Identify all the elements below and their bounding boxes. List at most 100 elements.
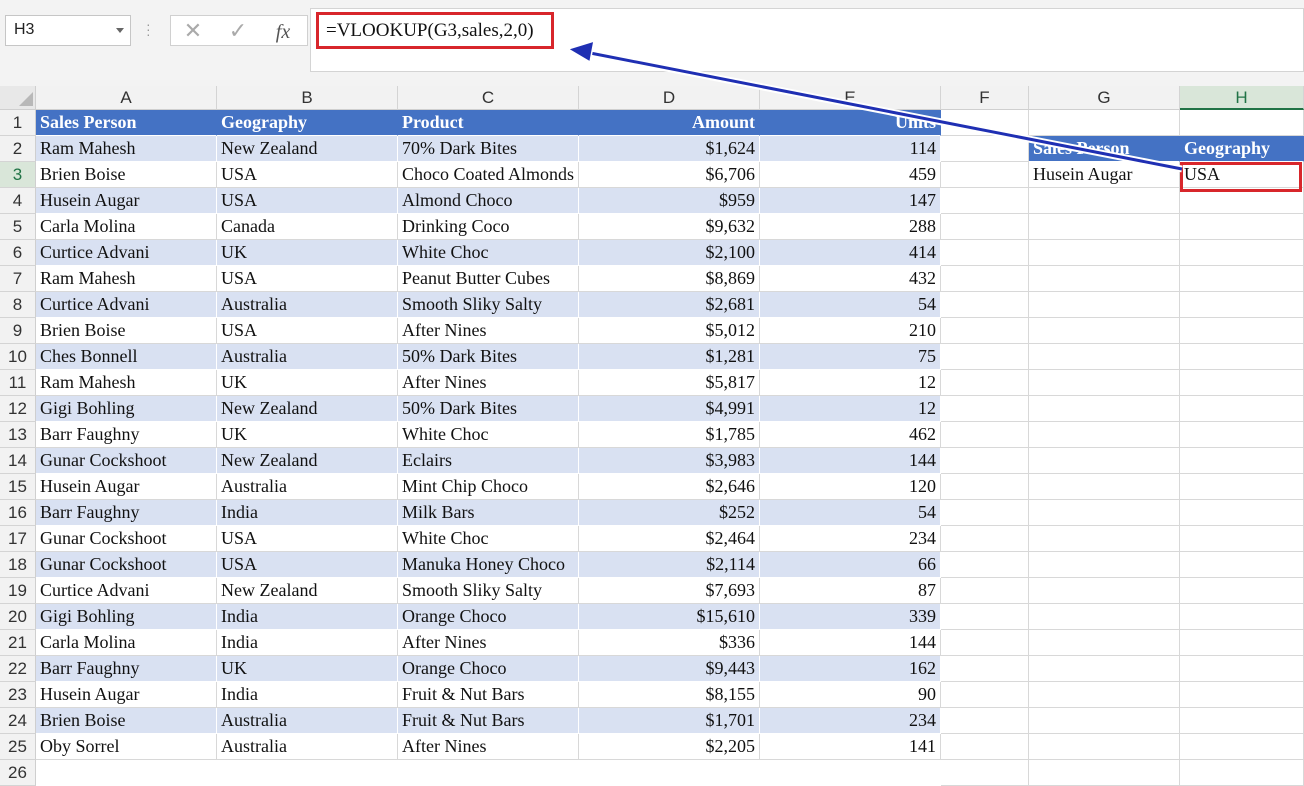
table-cell[interactable]: New Zealand [217, 578, 398, 604]
table-cell[interactable]: India [217, 682, 398, 708]
row-header-12[interactable]: 12 [0, 396, 36, 422]
table-cell[interactable]: $336 [579, 630, 760, 656]
empty-cell[interactable] [1180, 474, 1304, 500]
table-cell[interactable]: USA [217, 188, 398, 214]
table-cell[interactable]: Almond Choco [398, 188, 579, 214]
table-cell[interactable]: $3,983 [579, 448, 760, 474]
table-cell[interactable]: $2,100 [579, 240, 760, 266]
table-cell[interactable]: Husein Augar [36, 682, 217, 708]
empty-cell[interactable] [1029, 656, 1180, 682]
empty-cell[interactable] [941, 448, 1029, 474]
empty-cell[interactable] [1180, 422, 1304, 448]
table-cell[interactable]: Australia [217, 708, 398, 734]
table-cell[interactable]: White Choc [398, 240, 579, 266]
empty-cell[interactable] [1029, 370, 1180, 396]
formula-text[interactable]: =VLOOKUP(G3,sales,2,0) [326, 20, 534, 42]
column-header-a[interactable]: A [36, 86, 217, 110]
row-header-17[interactable]: 17 [0, 526, 36, 552]
empty-cell[interactable] [1029, 734, 1180, 760]
row-header-26[interactable]: 26 [0, 760, 36, 786]
table-header-cell[interactable]: Sales Person [36, 110, 217, 136]
table-cell[interactable]: Barr Faughny [36, 656, 217, 682]
table-cell[interactable]: Australia [217, 344, 398, 370]
table-cell[interactable]: 210 [760, 318, 941, 344]
empty-cell[interactable] [1180, 292, 1304, 318]
empty-cell[interactable] [1180, 500, 1304, 526]
empty-cell[interactable] [941, 370, 1029, 396]
empty-cell[interactable] [1029, 630, 1180, 656]
table-cell[interactable]: $1,624 [579, 136, 760, 162]
empty-cell[interactable] [941, 214, 1029, 240]
empty-cell[interactable] [1180, 448, 1304, 474]
empty-cell[interactable] [941, 630, 1029, 656]
empty-cell[interactable] [941, 422, 1029, 448]
table-cell[interactable]: UK [217, 370, 398, 396]
empty-cell[interactable] [1029, 396, 1180, 422]
table-cell[interactable]: 432 [760, 266, 941, 292]
table-cell[interactable]: $6,706 [579, 162, 760, 188]
table-cell[interactable]: USA [217, 266, 398, 292]
table-cell[interactable]: 288 [760, 214, 941, 240]
empty-cell[interactable] [1029, 240, 1180, 266]
column-header-c[interactable]: C [398, 86, 579, 110]
empty-cell[interactable] [1029, 604, 1180, 630]
empty-cell[interactable] [1029, 188, 1180, 214]
column-header-f[interactable]: F [941, 86, 1029, 110]
table-cell[interactable]: $2,681 [579, 292, 760, 318]
empty-cell[interactable] [941, 110, 1029, 136]
table-cell[interactable]: 70% Dark Bites [398, 136, 579, 162]
table-cell[interactable]: After Nines [398, 630, 579, 656]
column-header-g[interactable]: G [1029, 86, 1180, 110]
table-cell[interactable]: $1,785 [579, 422, 760, 448]
column-header-e[interactable]: E [760, 86, 941, 110]
column-header-h[interactable]: H [1180, 86, 1304, 110]
cancel-icon[interactable]: ✕ [173, 15, 213, 46]
table-cell[interactable]: $9,443 [579, 656, 760, 682]
table-cell[interactable]: USA [217, 318, 398, 344]
table-cell[interactable]: USA [217, 526, 398, 552]
empty-cell[interactable] [941, 578, 1029, 604]
empty-cell[interactable] [941, 760, 1029, 786]
row-header-5[interactable]: 5 [0, 214, 36, 240]
row-header-9[interactable]: 9 [0, 318, 36, 344]
table-cell[interactable]: $1,281 [579, 344, 760, 370]
table-cell[interactable]: 339 [760, 604, 941, 630]
table-header-cell[interactable]: Amount [579, 110, 760, 136]
table-cell[interactable]: Ram Mahesh [36, 266, 217, 292]
table-cell[interactable]: $2,646 [579, 474, 760, 500]
row-header-7[interactable]: 7 [0, 266, 36, 292]
table-cell[interactable]: 54 [760, 292, 941, 318]
empty-cell[interactable] [941, 604, 1029, 630]
table-cell[interactable]: White Choc [398, 526, 579, 552]
table-cell[interactable]: Australia [217, 292, 398, 318]
empty-cell[interactable] [941, 708, 1029, 734]
empty-cell[interactable] [941, 292, 1029, 318]
table-cell[interactable]: Canada [217, 214, 398, 240]
empty-cell[interactable] [941, 734, 1029, 760]
empty-cell[interactable] [1180, 370, 1304, 396]
row-header-18[interactable]: 18 [0, 552, 36, 578]
empty-cell[interactable] [1180, 318, 1304, 344]
empty-cell[interactable] [941, 136, 1029, 162]
empty-cell[interactable] [1029, 500, 1180, 526]
table-cell[interactable]: $5,817 [579, 370, 760, 396]
row-header-22[interactable]: 22 [0, 656, 36, 682]
row-header-19[interactable]: 19 [0, 578, 36, 604]
table-cell[interactable]: 120 [760, 474, 941, 500]
table-cell[interactable]: New Zealand [217, 136, 398, 162]
table-cell[interactable]: Australia [217, 474, 398, 500]
table-cell[interactable]: 50% Dark Bites [398, 344, 579, 370]
table-cell[interactable]: 66 [760, 552, 941, 578]
table-cell[interactable]: $9,632 [579, 214, 760, 240]
table-cell[interactable]: USA [217, 162, 398, 188]
table-cell[interactable]: Brien Boise [36, 162, 217, 188]
chevron-down-icon[interactable] [116, 28, 124, 33]
table-cell[interactable]: New Zealand [217, 448, 398, 474]
empty-cell[interactable] [1029, 552, 1180, 578]
row-header-10[interactable]: 10 [0, 344, 36, 370]
table-cell[interactable]: $7,693 [579, 578, 760, 604]
empty-cell[interactable] [1180, 110, 1304, 136]
row-header-14[interactable]: 14 [0, 448, 36, 474]
table-cell[interactable]: Drinking Coco [398, 214, 579, 240]
table-cell[interactable]: Gigi Bohling [36, 396, 217, 422]
